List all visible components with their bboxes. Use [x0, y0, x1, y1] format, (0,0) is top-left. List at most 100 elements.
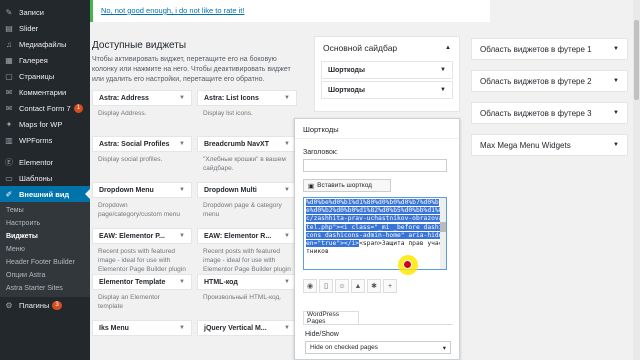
active-menu-arrow [85, 189, 90, 199]
page-scroll-thumb[interactable] [634, 20, 639, 100]
available-widgets-panel: Доступные виджеты Чтобы активировать вид… [92, 40, 297, 360]
available-widget: Astra: Address ▼ Display Address. [92, 90, 192, 136]
caret-down-icon: ▼ [284, 233, 290, 239]
insert-shortcode-button[interactable]: ▣ Вставить шорткод [303, 179, 391, 192]
widget-title-bar[interactable]: EAW: Elementor P... ▼ [92, 228, 192, 244]
widget-title-bar[interactable]: Breadcrumb NavXT ▼ [197, 136, 297, 152]
rating-notice: No, not good enough, i do not like to ra… [90, 0, 490, 22]
textarea-scrollbar[interactable] [440, 198, 446, 269]
plugin-icon: ⚙ [5, 300, 13, 310]
eye-icon[interactable]: ◉ [303, 279, 317, 293]
widget-area-header[interactable]: Область виджетов в футере 3 ▼ [471, 102, 628, 124]
menu-item-5[interactable]: ▢ Страницы [0, 68, 90, 84]
submenu-item[interactable]: Настроить [0, 217, 90, 230]
caret-down-icon: ▼ [284, 141, 290, 147]
brush-icon: ✐ [5, 189, 13, 199]
media-icon: ♫ [6, 39, 12, 49]
mobile-icon[interactable]: ▯ [319, 279, 333, 293]
user-icon[interactable]: ☺ [335, 279, 349, 293]
available-widget: Dropdown Multi ▼ Dropdown page & category … [197, 182, 297, 228]
submenu-item[interactable]: Опции Astra [0, 269, 90, 282]
available-widget: Breadcrumb NavXT ▼ "Хлебные крошки" в ваше… [197, 136, 297, 182]
submenu-item[interactable]: Виджеты [0, 230, 90, 243]
widget-title-bar[interactable]: jQuery Vertical M... ▼ [197, 320, 297, 336]
available-widget: EAW: Elementor R... ▼ Recent posts with fe… [197, 228, 297, 274]
admin-sidebar-menu: ✎ Записи ▤ Slider ♫ Медиафайлы ▦ Галерея ▢ Страни… [0, 0, 90, 360]
menu-item-11[interactable]: ▭ Шаблоны [0, 170, 90, 186]
widget-description: Display Address. [98, 110, 147, 117]
menu-item-8[interactable]: ✦ Maps for WP [0, 116, 90, 132]
available-widget: Elementor Template ▼ Display an Elementor … [92, 274, 192, 320]
caret-down-icon: ▼ [284, 95, 290, 101]
menu-item-6[interactable]: ✉ Комментарии [0, 84, 90, 100]
page-scrollbar[interactable] [633, 0, 640, 360]
caret-down-icon: ▼ [179, 233, 185, 239]
slides-icon: ▤ [5, 23, 13, 33]
widget-title-bar[interactable]: Astra: Address ▼ [92, 90, 192, 106]
widget-areas-column: Область виджетов в футере 1 ▼ Область видж… [471, 38, 628, 166]
menu-item-plugins[interactable]: ⚙ Плагины 3 [0, 297, 90, 313]
caret-down-icon: ▼ [284, 187, 290, 193]
widget-description [197, 336, 297, 339]
widget-description: Display an Elementor template [98, 294, 160, 310]
pages-icon: ▢ [5, 71, 13, 81]
decline-rating-link[interactable]: No, not good enough, i do not like to ra… [101, 6, 244, 15]
main-sidebar-area: Основной сайдбар ▲ Шорткоды ▼ Шорткоды ▼ [314, 36, 460, 112]
caret-down-icon: ▼ [284, 325, 290, 331]
caret-down-icon: ▼ [179, 187, 185, 193]
caret-down-icon: ▼ [440, 67, 446, 73]
placed-widget-shortcodes[interactable]: Шорткоды ▼ [321, 61, 453, 79]
widget-description: Dropdown page/category/custom menu [98, 202, 181, 218]
main-sidebar-header[interactable]: Основной сайдбар ▲ [315, 37, 459, 59]
title-input[interactable] [303, 159, 447, 172]
widget-area-header[interactable]: Область виджетов в футере 1 ▼ [471, 38, 628, 60]
menu-item-12[interactable]: ✐ Внешний вид [0, 186, 90, 202]
widget-title-bar[interactable]: Dropdown Multi ▼ [197, 182, 297, 198]
caret-down-icon: ▼ [179, 325, 185, 331]
widget-title-bar[interactable]: Dropdown Menu ▼ [92, 182, 192, 198]
title-field-label: Заголовок: [303, 149, 338, 156]
hide-show-select[interactable]: Hide on checked pages ▾ [305, 341, 451, 354]
available-widget: Dropdown Menu ▼ Dropdown page/category/cus… [92, 182, 192, 228]
submenu-item[interactable]: Темы [0, 204, 90, 217]
shortcode-content-textarea[interactable]: %d0%be%d0%b1%d1%80%d0%b0%d0%b7%d0%be%d0%… [303, 197, 447, 270]
tab-wordpress-pages[interactable]: WordPress Pages [303, 311, 359, 325]
menu-item-2[interactable]: ▤ Slider [0, 20, 90, 36]
widget-area-header[interactable]: Область виджетов в футере 2 ▼ [471, 70, 628, 92]
available-widget: HTML-код ▼ Произвольный HTML-код. [197, 274, 297, 320]
comments-icon: ✉ [5, 87, 13, 97]
widget-title-bar[interactable]: HTML-код ▼ [197, 274, 297, 290]
menu-item-1[interactable]: ✎ Записи [0, 4, 90, 20]
menu-item-10[interactable]: Ⓔ Elementor [0, 154, 90, 170]
hide-show-label: Hide/Show [305, 331, 339, 338]
menu-item-7[interactable]: ✉ Contact Form 71 [0, 100, 90, 116]
widget-description: Recent posts with featured image - ideal… [98, 248, 186, 273]
available-widget: Iks Menu ▼ [92, 320, 192, 360]
menu-item-3[interactable]: ♫ Медиафайлы [0, 36, 90, 52]
lock-icon[interactable]: ▲ [351, 279, 365, 293]
caret-down-icon: ▼ [284, 279, 290, 285]
placed-widget-shortcodes[interactable]: Шорткоды ▼ [321, 81, 453, 99]
caret-down-icon: ▼ [440, 87, 446, 93]
folder-icon: ▭ [5, 173, 13, 183]
widget-title-bar[interactable]: Elementor Template ▼ [92, 274, 192, 290]
widget-title-bar[interactable]: Iks Menu ▼ [92, 320, 192, 336]
submenu-item[interactable]: Astra Starter Sites [0, 282, 90, 295]
textarea-scroll-thumb[interactable] [440, 222, 446, 232]
plus-icon[interactable]: + [383, 279, 397, 293]
widget-title-bar[interactable]: EAW: Elementor R... ▼ [197, 228, 297, 244]
menu-item-4[interactable]: ▦ Галерея [0, 52, 90, 68]
submenu-item[interactable]: Header Footer Builder [0, 256, 90, 269]
available-widgets-description: Чтобы активировать виджет, перетащите ег… [92, 56, 291, 83]
menu-item-9[interactable]: ▥ WPForms [0, 132, 90, 148]
mouse-cursor [403, 260, 412, 269]
forms-icon: ▥ [5, 135, 13, 145]
pin-icon: ✎ [5, 7, 13, 17]
submenu-item[interactable]: Меню [0, 243, 90, 256]
gallery-icon: ▦ [5, 55, 13, 65]
widget-title-bar[interactable]: Astra: List Icons ▼ [197, 90, 297, 106]
widget-area-header[interactable]: Max Mega Menu Widgets ▼ [471, 134, 628, 156]
widget-title-bar[interactable]: Astra: Social Profiles ▼ [92, 136, 192, 152]
gear-icon[interactable]: ✱ [367, 279, 381, 293]
shortcodes-widget-title[interactable]: Шорткоды [295, 119, 459, 139]
